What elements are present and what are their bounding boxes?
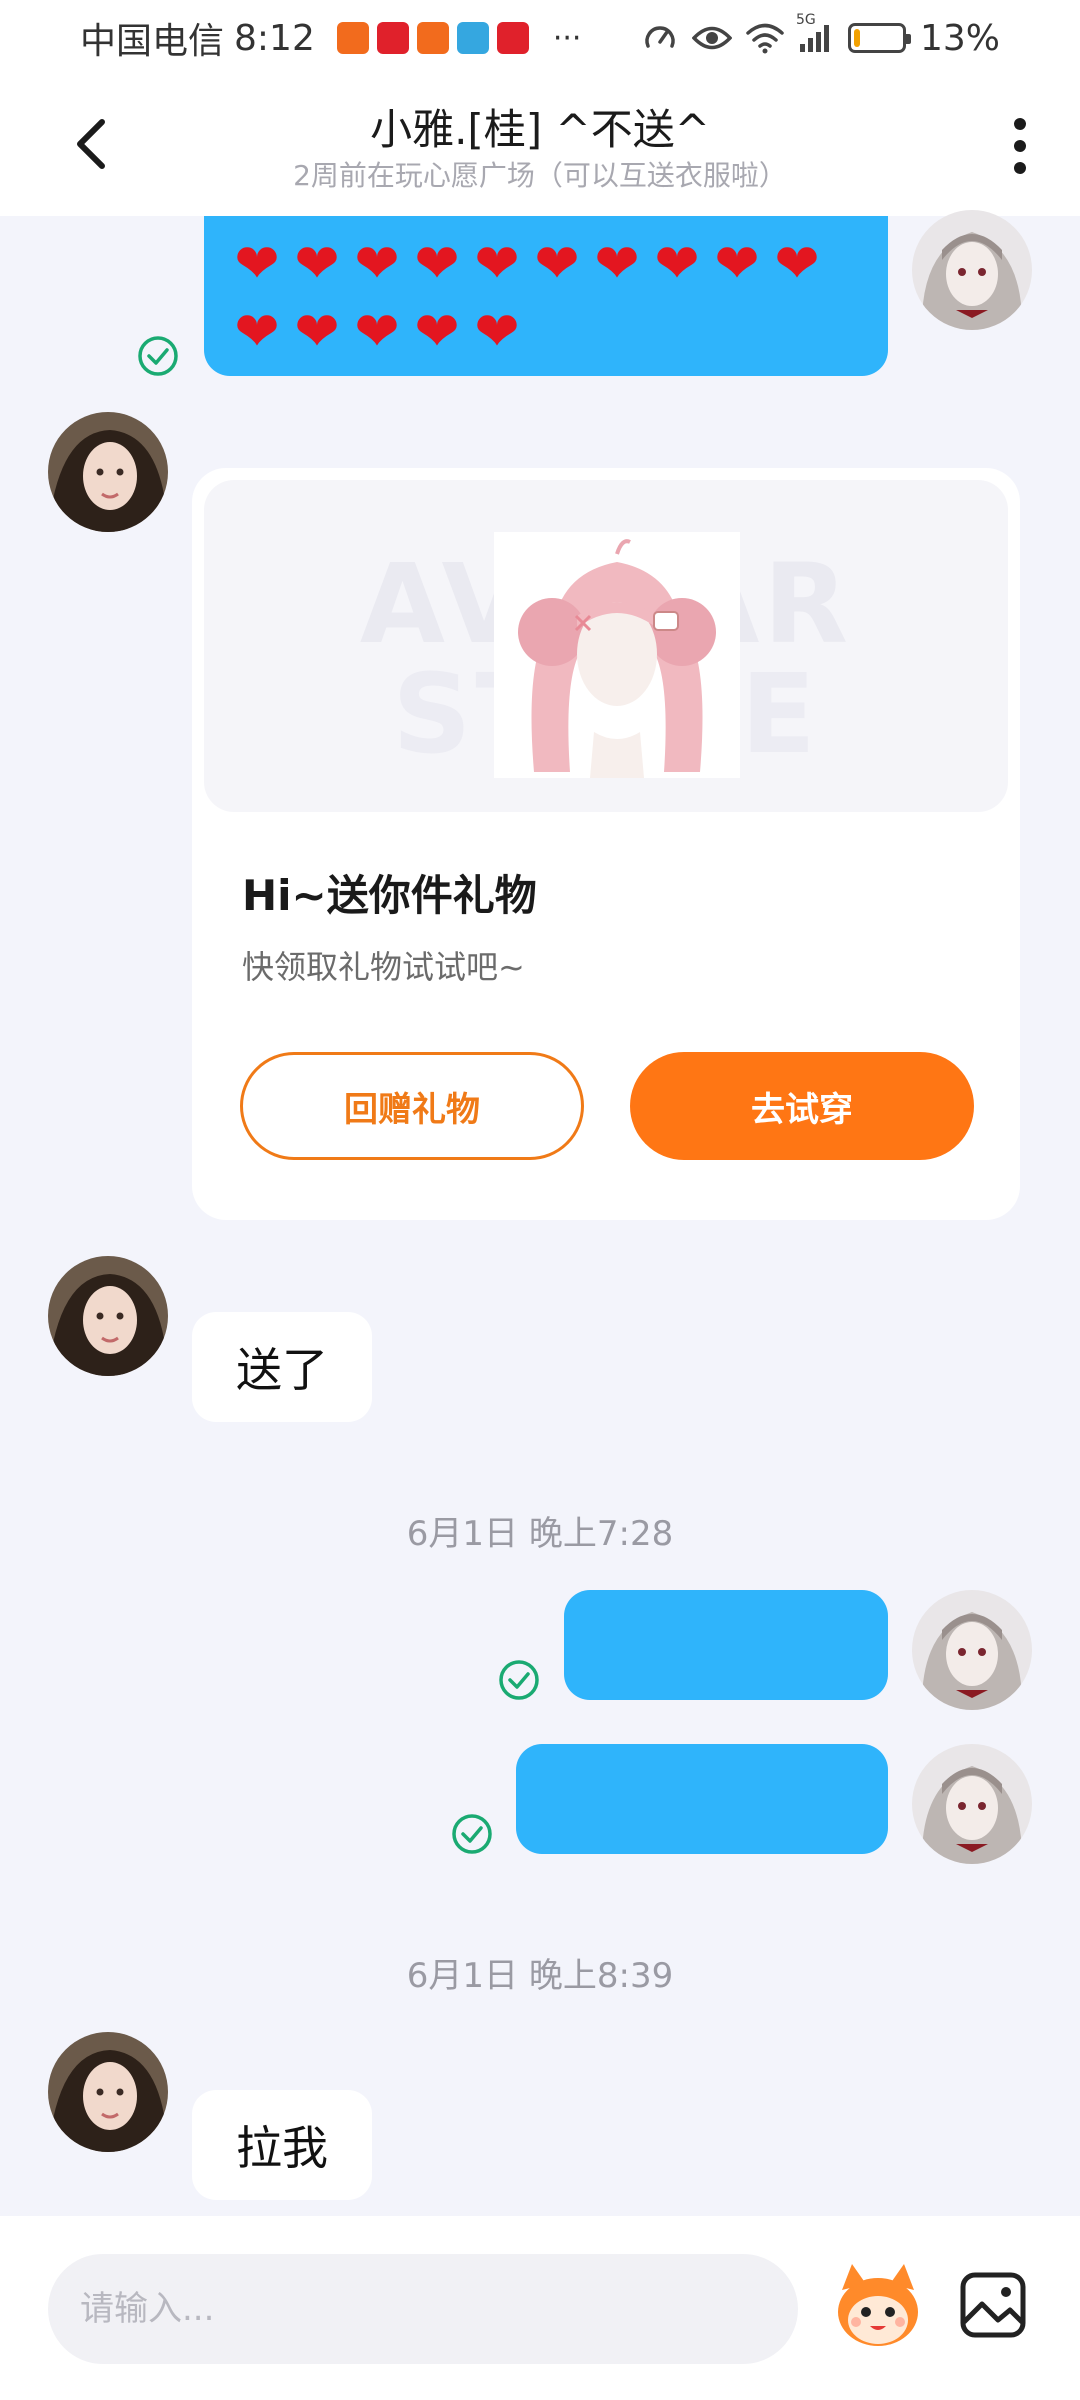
status-bar: 中国电信 8:12 ··· 5G 13% (0, 0, 1080, 76)
contact-avatar[interactable] (48, 412, 168, 532)
incoming-message-bubble[interactable]: 拉我 (192, 2090, 372, 2200)
read-check-icon (452, 1814, 492, 1854)
read-check-icon (499, 1660, 539, 1700)
network-type: 5G (795, 12, 816, 28)
chat-title: 小雅.[桂] ^不送^ (370, 105, 710, 154)
speed-icon (642, 20, 678, 56)
battery-icon (847, 23, 911, 53)
app-notification-icon (456, 22, 489, 54)
app-notification-icon (376, 22, 409, 54)
timestamp: 6月1日 晚上8:39 (406, 1956, 674, 1996)
heart-emoji: ❤ (654, 232, 700, 295)
heart-emoji: ❤ (234, 300, 280, 363)
app-notification-icon (416, 22, 449, 54)
notification-icons (336, 22, 529, 54)
more-options-button[interactable] (1000, 114, 1040, 178)
read-check-icon (138, 336, 178, 376)
app-notification-icon (336, 22, 369, 54)
app-notification-icon (496, 22, 529, 54)
image-picker-icon (960, 2272, 1026, 2338)
message-input[interactable] (48, 2254, 798, 2364)
heart-emoji: ❤ (714, 232, 760, 295)
clock: 8:12 (234, 17, 315, 59)
heart-emoji: ❤ (474, 232, 520, 295)
image-button[interactable] (958, 2270, 1028, 2340)
gift-card[interactable]: AVATAR STORE Hi~送你件礼物 快领取礼物试 (192, 468, 1020, 1220)
my-avatar[interactable] (912, 210, 1032, 330)
eye-icon (691, 23, 732, 53)
heart-emoji: ❤ (294, 300, 340, 363)
incoming-message-bubble[interactable]: 送了 (192, 1312, 372, 1422)
battery-fill (853, 29, 860, 47)
battery-percent: 13% (919, 17, 1000, 59)
outgoing-message-bubble[interactable]: ❤ ❤ ❤ ❤ ❤ ❤ ❤ ❤ ❤ ❤ ❤ ❤ ❤ ❤ ❤ (204, 216, 888, 376)
outgoing-message-bubble[interactable] (564, 1590, 888, 1700)
heart-emoji: ❤ (774, 232, 820, 295)
contact-avatar[interactable] (48, 2032, 168, 2152)
heart-row: ❤ ❤ ❤ ❤ ❤ ❤ ❤ ❤ ❤ ❤ (230, 234, 830, 294)
outgoing-message-bubble[interactable] (516, 1744, 888, 1854)
chat-subtitle: 2周前在玩心愿广场（可以互送衣服啦） (293, 159, 787, 192)
heart-emoji: ❤ (294, 232, 340, 295)
heart-emoji: ❤ (594, 232, 640, 295)
carrier-name: 中国电信 (80, 21, 225, 62)
signal-icon: 5G (796, 12, 834, 54)
heart-row: ❤ ❤ ❤ ❤ ❤ (230, 302, 830, 362)
try-on-button[interactable]: 去试穿 (630, 1052, 974, 1160)
gift-banner: AVATAR STORE (204, 480, 1008, 812)
heart-emoji-group: ❤ ❤ ❤ ❤ ❤ ❤ ❤ ❤ ❤ ❤ ❤ ❤ ❤ ❤ ❤ (230, 234, 830, 362)
more-notifications-icon: ··· (552, 20, 582, 56)
heart-emoji: ❤ (414, 232, 460, 295)
contact-avatar[interactable] (48, 1256, 168, 1376)
my-avatar[interactable] (912, 1590, 1032, 1710)
return-gift-button[interactable]: 回赠礼物 (240, 1052, 584, 1160)
heart-emoji: ❤ (474, 300, 520, 363)
gift-description: 快领取礼物试试吧~ (242, 948, 525, 986)
heart-emoji: ❤ (354, 300, 400, 363)
heart-emoji: ❤ (234, 232, 280, 295)
mascot-sticker-icon (838, 2264, 918, 2346)
input-bar (0, 2216, 1080, 2400)
gift-item-image (494, 532, 740, 778)
vertical-dots-icon (1014, 118, 1026, 174)
wifi-icon (746, 22, 784, 54)
status-left: 中国电信 8:12 ··· (80, 12, 581, 64)
chat-header: 小雅.[桂] ^不送^ 2周前在玩心愿广场（可以互送衣服啦） (0, 76, 1080, 216)
my-avatar[interactable] (912, 1744, 1032, 1864)
heart-emoji: ❤ (354, 232, 400, 295)
gift-title: Hi~送你件礼物 (242, 871, 537, 920)
status-right: 5G 13% (642, 12, 1000, 59)
heart-emoji: ❤ (414, 300, 460, 363)
sticker-button[interactable] (828, 2256, 928, 2356)
heart-emoji: ❤ (534, 232, 580, 295)
timestamp: 6月1日 晚上7:28 (406, 1514, 674, 1554)
